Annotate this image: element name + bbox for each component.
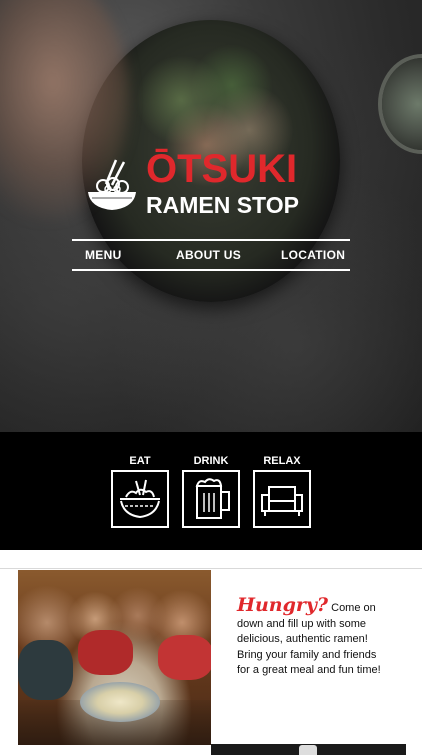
feature-label: RELAX (263, 455, 301, 467)
features-strip: EAT DRINK RELAX (0, 432, 422, 550)
armchair-icon (253, 470, 311, 528)
feature-label: EAT (129, 455, 151, 467)
feature-label: DRINK (193, 455, 229, 467)
photo-detail (158, 635, 211, 680)
nav-item-location[interactable]: LOCATION (281, 248, 345, 262)
photo-detail (80, 682, 160, 722)
rice-bowl-icon (111, 470, 169, 528)
beer-mug-icon (182, 470, 240, 528)
brand-subtitle: RAMEN STOP (146, 192, 299, 218)
feature-eat[interactable]: EAT (109, 454, 171, 528)
ramen-bowl-chopsticks-icon (86, 158, 138, 214)
photo-detail (299, 745, 317, 755)
brand-logo[interactable]: ŌTSUKI RAMEN STOP (86, 148, 338, 218)
friends-dining-photo (18, 570, 211, 745)
main-nav: MENU ABOUT US LOCATION (72, 239, 350, 271)
nav-item-menu[interactable]: MENU (85, 248, 122, 262)
about-section: Hungry? Come on down and fill up with so… (0, 550, 422, 755)
next-section-image (211, 744, 406, 755)
hero-section: ŌTSUKI RAMEN STOP MENU ABOUT US LOCATION (0, 0, 422, 432)
nav-item-about-us[interactable]: ABOUT US (176, 248, 241, 262)
photo-detail (18, 640, 73, 700)
divider (0, 568, 422, 569)
brand-name: ŌTSUKI (146, 147, 298, 191)
feature-drink[interactable]: DRINK (180, 454, 242, 528)
about-heading: Hungry? (237, 594, 329, 616)
feature-relax[interactable]: RELAX (251, 454, 313, 528)
photo-detail (78, 630, 133, 675)
about-text: Hungry? Come on down and fill up with so… (237, 596, 387, 679)
